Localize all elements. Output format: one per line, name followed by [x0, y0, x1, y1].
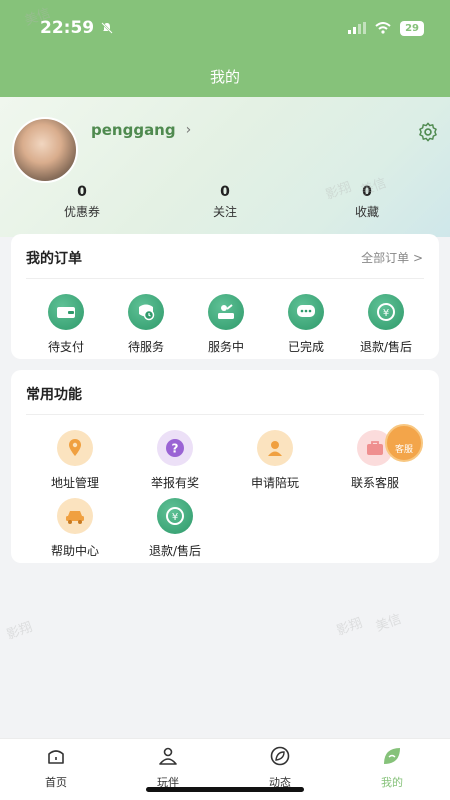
function-label: 举报有奖 [150, 476, 199, 490]
follow-stat[interactable]: 0 关注 [180, 184, 270, 220]
favorite-label: 收藏 [354, 205, 379, 219]
order-pending-payment[interactable]: 待支付 [26, 294, 106, 355]
order-label: 待服务 [127, 340, 164, 354]
watermark-text: 影翔 [4, 619, 35, 643]
favorite-stat[interactable]: 0 收藏 [322, 184, 412, 220]
status-time-text: 22:59 [40, 18, 95, 38]
tab-companion[interactable]: 玩伴 [133, 745, 203, 790]
function-label: 帮助中心 [50, 544, 99, 558]
yen-refund-icon: ¥ [368, 294, 404, 330]
watermark-text: 美信 [373, 611, 404, 635]
home-icon [48, 750, 64, 764]
profile-leaf-icon [384, 748, 400, 764]
signal-icon [348, 22, 367, 34]
order-label: 服务中 [207, 340, 244, 354]
order-label: 退款/售后 [359, 340, 413, 354]
function-label: 申请陪玩 [250, 476, 299, 490]
username-text: penggang [91, 121, 176, 139]
settings-gear-icon[interactable] [417, 121, 439, 143]
help-center[interactable]: 帮助中心 [30, 498, 120, 559]
address-management[interactable]: 地址管理 [30, 430, 120, 491]
tab-home[interactable]: 首页 [21, 745, 91, 790]
leaf-icon [270, 746, 290, 766]
battery-indicator: 29 [400, 20, 424, 36]
tab-label: 首页 [45, 776, 67, 789]
follow-count: 0 [220, 184, 230, 200]
status-icons: 29 [348, 20, 424, 36]
order-pending-service[interactable]: 待服务 [106, 294, 186, 355]
profile-section: penggang › 0 优惠券 0 关注 0 收藏 [0, 97, 450, 237]
coupon-count: 0 [77, 184, 87, 200]
tab-mine[interactable]: 我的 [357, 745, 427, 790]
yen-refund-icon: ¥ [157, 498, 193, 534]
all-orders-link[interactable]: 全部订单 > [361, 249, 423, 266]
username-link[interactable]: penggang › [91, 121, 191, 139]
apply-companion[interactable]: 申请陪玩 [230, 430, 320, 491]
customer-service-badge[interactable]: 客服 [385, 424, 423, 462]
functions-card: 常用功能 地址管理 ? 举报有奖 申请陪玩 客服 联系客服 帮助中心 ¥ 退款/… [11, 370, 439, 563]
favorite-count: 0 [362, 184, 372, 200]
function-label: 地址管理 [50, 476, 99, 490]
status-time: 22:59 [40, 18, 114, 38]
functions-title: 常用功能 [26, 387, 82, 403]
watermark-text: 影翔 [334, 615, 365, 639]
companion-icon [159, 747, 177, 765]
order-label: 待支付 [47, 340, 84, 354]
svg-text:?: ? [172, 442, 179, 456]
chat-dots-icon [288, 294, 324, 330]
function-label: 退款/售后 [148, 544, 202, 558]
svg-text:¥: ¥ [383, 308, 389, 319]
follow-label: 关注 [212, 205, 237, 219]
service-icon [208, 294, 244, 330]
contact-customer-service[interactable]: 客服 联系客服 [330, 424, 423, 491]
coupon-stat[interactable]: 0 优惠券 [37, 184, 127, 220]
question-icon: ? [157, 430, 193, 466]
header-bar: 22:59 29 我的 [0, 0, 450, 97]
orders-card: 我的订单 全部订单 > 待支付 待服务 服务中 已完成 ¥ 退款/售后 [11, 234, 439, 359]
divider [26, 414, 424, 415]
wallet-icon [48, 294, 84, 330]
location-pin-icon [57, 430, 93, 466]
report-reward[interactable]: ? 举报有奖 [130, 430, 220, 491]
order-refund[interactable]: ¥ 退款/售后 [346, 294, 426, 355]
page-title: 我的 [209, 68, 240, 86]
coupon-label: 优惠券 [63, 205, 100, 219]
order-label: 已完成 [287, 340, 324, 354]
wifi-icon [375, 22, 391, 34]
avatar[interactable] [12, 117, 78, 183]
order-completed[interactable]: 已完成 [266, 294, 346, 355]
tab-moments[interactable]: 动态 [245, 745, 315, 790]
status-bar: 22:59 29 [0, 10, 450, 46]
clock-icon [128, 294, 164, 330]
home-indicator [146, 787, 304, 792]
tab-label: 我的 [381, 776, 403, 789]
order-in-service[interactable]: 服务中 [186, 294, 266, 355]
person-icon [257, 430, 293, 466]
help-car-icon [57, 498, 93, 534]
customer-service-icon: 客服 [357, 424, 423, 466]
orders-title: 我的订单 [26, 251, 82, 267]
function-label: 联系客服 [350, 476, 399, 490]
mute-bell-icon [101, 22, 113, 34]
divider [26, 278, 424, 279]
refund-aftersale[interactable]: ¥ 退款/售后 [130, 498, 220, 559]
chevron-right-icon: › [185, 122, 192, 138]
svg-text:¥: ¥ [172, 512, 178, 523]
